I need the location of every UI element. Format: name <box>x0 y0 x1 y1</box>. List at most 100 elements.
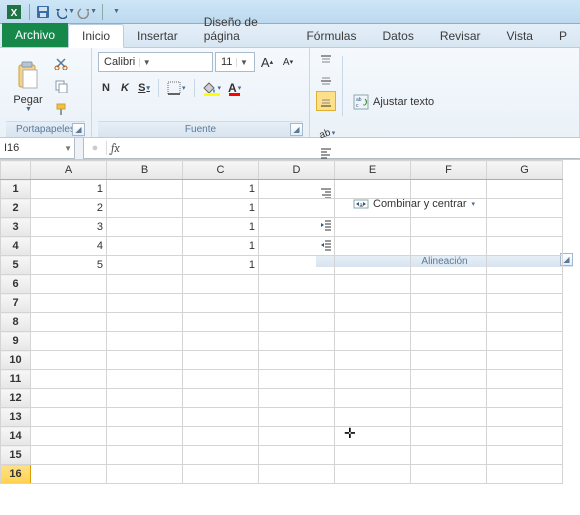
cell-A10[interactable] <box>31 351 107 370</box>
row-header-11[interactable]: 11 <box>1 370 31 389</box>
cell-D6[interactable] <box>259 275 335 294</box>
row-header-14[interactable]: 14 <box>1 427 31 446</box>
cell-E8[interactable] <box>335 313 411 332</box>
cell-D7[interactable] <box>259 294 335 313</box>
cell-E12[interactable] <box>335 389 411 408</box>
row-header-16[interactable]: 16 <box>1 465 31 484</box>
cell-B2[interactable] <box>107 199 183 218</box>
bold-button[interactable]: N <box>98 78 114 98</box>
cell-F6[interactable] <box>411 275 487 294</box>
save-button[interactable] <box>33 2 53 22</box>
fill-color-button[interactable]: ▾ <box>201 78 224 98</box>
qat-customize-button[interactable]: ▼ <box>106 2 126 22</box>
row-header-8[interactable]: 8 <box>1 313 31 332</box>
undo-button[interactable]: ▼ <box>55 2 75 22</box>
cell-E11[interactable] <box>335 370 411 389</box>
align-middle-button[interactable] <box>316 71 336 91</box>
cell-A9[interactable] <box>31 332 107 351</box>
cell-G14[interactable] <box>487 427 563 446</box>
row-header-9[interactable]: 9 <box>1 332 31 351</box>
cell-E10[interactable] <box>335 351 411 370</box>
cell-B7[interactable] <box>107 294 183 313</box>
row-header-6[interactable]: 6 <box>1 275 31 294</box>
cell-B16[interactable] <box>107 465 183 484</box>
cell-C11[interactable] <box>183 370 259 389</box>
cell-B10[interactable] <box>107 351 183 370</box>
cell-D5[interactable] <box>259 256 335 275</box>
cell-E1[interactable] <box>335 180 411 199</box>
cell-G1[interactable] <box>487 180 563 199</box>
cell-F14[interactable] <box>411 427 487 446</box>
cell-F2[interactable] <box>411 199 487 218</box>
cell-B1[interactable] <box>107 180 183 199</box>
row-header-15[interactable]: 15 <box>1 446 31 465</box>
row-header-1[interactable]: 1 <box>1 180 31 199</box>
col-header-G[interactable]: G <box>487 161 563 180</box>
cell-B5[interactable] <box>107 256 183 275</box>
cell-F10[interactable] <box>411 351 487 370</box>
col-header-A[interactable]: A <box>31 161 107 180</box>
cell-A1[interactable]: 1 <box>31 180 107 199</box>
font-color-button[interactable]: A▾ <box>226 78 243 98</box>
cell-F9[interactable] <box>411 332 487 351</box>
cell-C3[interactable]: 1 <box>183 218 259 237</box>
cell-A5[interactable]: 5 <box>31 256 107 275</box>
cell-B4[interactable] <box>107 237 183 256</box>
cell-C12[interactable] <box>183 389 259 408</box>
cell-B9[interactable] <box>107 332 183 351</box>
cell-C8[interactable] <box>183 313 259 332</box>
cell-A3[interactable]: 3 <box>31 218 107 237</box>
cell-A11[interactable] <box>31 370 107 389</box>
cell-E2[interactable] <box>335 199 411 218</box>
tab-datos[interactable]: Datos <box>369 25 426 47</box>
tab-insertar[interactable]: Insertar <box>124 25 191 47</box>
cell-E16[interactable] <box>335 465 411 484</box>
cell-B12[interactable] <box>107 389 183 408</box>
cell-E14[interactable] <box>335 427 411 446</box>
cell-F11[interactable] <box>411 370 487 389</box>
tab-formulas[interactable]: Fórmulas <box>293 25 369 47</box>
paste-button[interactable]: Pegar ▼ <box>6 51 50 121</box>
tab-truncated[interactable]: P <box>546 25 580 47</box>
cell-D14[interactable] <box>259 427 335 446</box>
col-header-F[interactable]: F <box>411 161 487 180</box>
cell-C7[interactable] <box>183 294 259 313</box>
cell-D8[interactable] <box>259 313 335 332</box>
cell-G13[interactable] <box>487 408 563 427</box>
cell-A4[interactable]: 4 <box>31 237 107 256</box>
cell-B3[interactable] <box>107 218 183 237</box>
cell-G6[interactable] <box>487 275 563 294</box>
row-header-4[interactable]: 4 <box>1 237 31 256</box>
tab-diseno[interactable]: Diseño de página <box>191 11 294 47</box>
cell-E15[interactable] <box>335 446 411 465</box>
cell-G8[interactable] <box>487 313 563 332</box>
cell-C14[interactable] <box>183 427 259 446</box>
cell-G5[interactable] <box>487 256 563 275</box>
cell-F5[interactable] <box>411 256 487 275</box>
cell-D12[interactable] <box>259 389 335 408</box>
name-box[interactable]: I16 ▼ <box>0 138 75 159</box>
wrap-text-button[interactable]: abc Ajustar texto <box>349 91 479 113</box>
cell-B15[interactable] <box>107 446 183 465</box>
cell-D3[interactable] <box>259 218 335 237</box>
cell-C6[interactable] <box>183 275 259 294</box>
orientation-button[interactable]: ab▾ <box>316 123 336 143</box>
cell-A13[interactable] <box>31 408 107 427</box>
cell-G4[interactable] <box>487 237 563 256</box>
row-header-7[interactable]: 7 <box>1 294 31 313</box>
cell-A2[interactable]: 2 <box>31 199 107 218</box>
cut-button[interactable] <box>52 54 70 72</box>
cell-B6[interactable] <box>107 275 183 294</box>
cell-A8[interactable] <box>31 313 107 332</box>
cell-E5[interactable] <box>335 256 411 275</box>
clipboard-launcher[interactable]: ◢ <box>72 123 85 136</box>
cell-D10[interactable] <box>259 351 335 370</box>
font-name-combo[interactable]: Calibri ▼ <box>98 52 213 72</box>
cell-E4[interactable] <box>335 237 411 256</box>
row-header-13[interactable]: 13 <box>1 408 31 427</box>
cell-D9[interactable] <box>259 332 335 351</box>
cell-D1[interactable] <box>259 180 335 199</box>
cell-A6[interactable] <box>31 275 107 294</box>
cell-B14[interactable] <box>107 427 183 446</box>
tab-file[interactable]: Archivo <box>2 23 68 47</box>
